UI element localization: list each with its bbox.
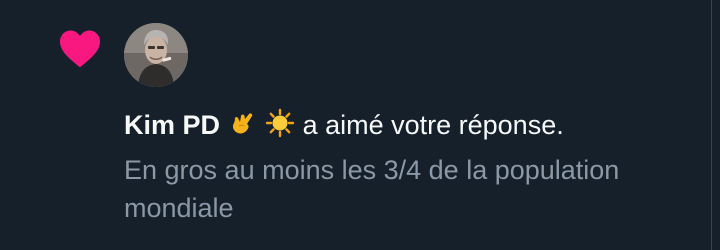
user-name[interactable]: Kim PD — [124, 110, 220, 140]
notification-action-text: a aimé votre réponse. — [302, 110, 564, 140]
avatar[interactable] — [124, 23, 188, 87]
sun-emoji-icon — [265, 108, 295, 138]
notification-headline: Kim PD a aimé votre réponse. — [124, 107, 704, 143]
heart-icon — [60, 30, 100, 68]
column-divider — [711, 0, 712, 250]
call-me-hand-emoji-icon — [232, 113, 252, 134]
quoted-reply-text[interactable]: En gros au moins les 3/4 de la populatio… — [124, 151, 704, 227]
like-notification[interactable]: Kim PD a aimé votre réponse. En gros au … — [0, 0, 711, 250]
